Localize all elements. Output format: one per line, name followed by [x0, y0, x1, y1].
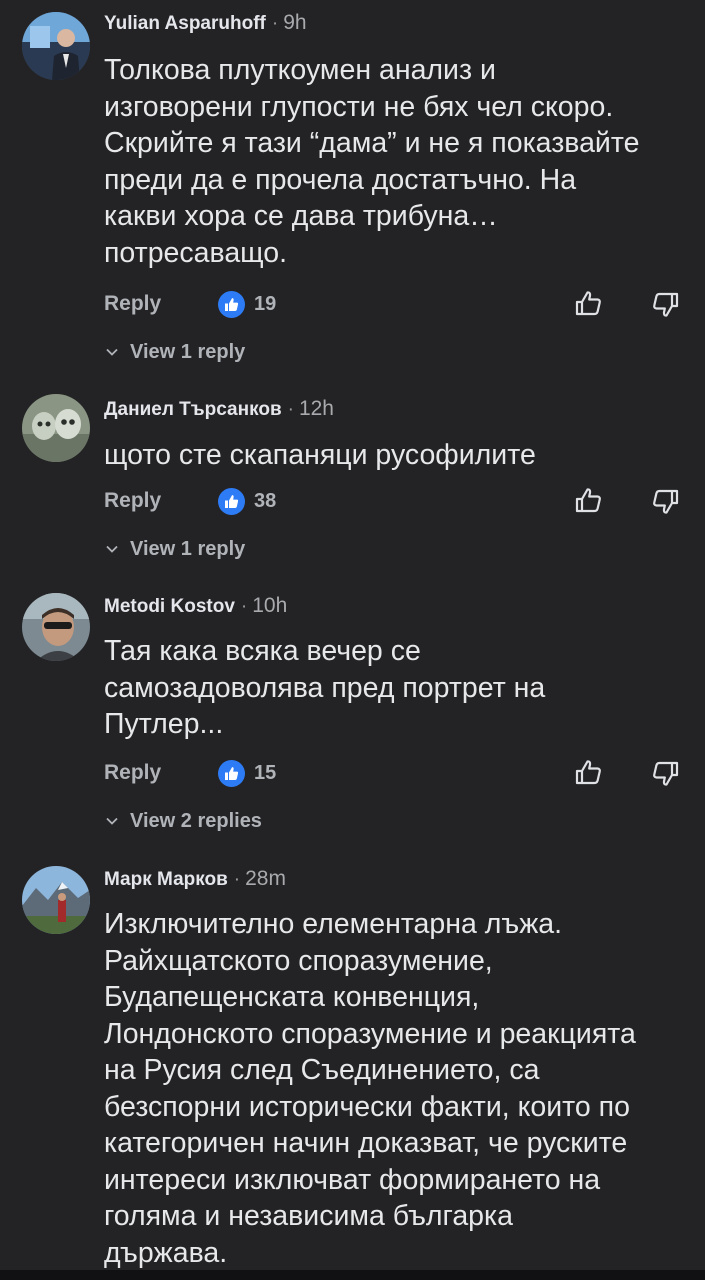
like-count: 19	[254, 293, 277, 315]
view-replies-label: View 2 replies	[130, 810, 262, 832]
comment-time: 12h	[298, 397, 334, 420]
author-name[interactable]: Марк Марков	[104, 869, 228, 890]
separator-dot: ·	[240, 596, 248, 617]
bottom-bar	[0, 1270, 705, 1280]
reply-button[interactable]: Reply	[104, 756, 161, 790]
chevron-down-icon	[106, 546, 118, 554]
comment-text: Толкова плуткоумен анализ и изговорени г…	[104, 54, 640, 269]
separator-dot: ·	[287, 399, 294, 420]
thumbs-up-badge-icon	[218, 760, 245, 787]
avatar[interactable]	[22, 394, 90, 462]
chevron-down-icon	[106, 818, 118, 826]
separator-dot: ·	[233, 869, 241, 890]
comment-text: Тая кака всяка вечер се самозадоволява п…	[104, 635, 546, 740]
thumbs-up-outline-icon[interactable]	[572, 484, 606, 518]
author-name[interactable]: Даниел Търсанков	[104, 399, 282, 420]
chevron-down-icon	[106, 349, 118, 357]
thumbs-up-outline-icon[interactable]	[572, 756, 606, 790]
thumbs-down-outline-icon[interactable]	[648, 484, 682, 518]
comment-actions: Reply 19	[0, 287, 705, 321]
author-line: Марк Марков · 28m	[104, 866, 286, 892]
avatar[interactable]	[22, 593, 90, 661]
thumbs-up-badge-icon	[218, 488, 245, 515]
view-replies-label: View 1 reply	[130, 538, 246, 560]
comment-text: щото сте скапаняци русофилите	[104, 439, 536, 471]
view-replies-link[interactable]: View 1 reply	[104, 534, 245, 564]
comment-time: 28m	[245, 867, 286, 890]
author-line: Даниел Търсанков · 12h	[104, 396, 334, 422]
like-count: 38	[254, 490, 277, 512]
author-name[interactable]: Metodi Kostov	[104, 596, 235, 617]
avatar[interactable]	[22, 12, 90, 80]
view-replies-link[interactable]: View 2 replies	[104, 806, 262, 836]
comment-time: 10h	[252, 594, 288, 617]
avatar[interactable]	[22, 866, 90, 934]
thumbs-down-outline-icon[interactable]	[648, 756, 682, 790]
separator-dot: ·	[271, 13, 279, 34]
thumbs-up-outline-icon[interactable]	[572, 287, 606, 321]
reply-button[interactable]: Reply	[104, 287, 161, 321]
view-replies-link[interactable]: View 1 reply	[104, 337, 245, 367]
comment-actions: Reply 38	[0, 484, 705, 518]
reply-button[interactable]: Reply	[104, 484, 161, 518]
view-replies-label: View 1 reply	[130, 341, 246, 363]
thumbs-down-outline-icon[interactable]	[648, 287, 682, 321]
comment-text: Изключително елементарна лъжа. Райхщатск…	[104, 908, 636, 1269]
comment-actions: Reply 15	[0, 756, 705, 790]
thumbs-up-badge-icon	[218, 291, 245, 318]
like-count: 15	[254, 762, 277, 784]
author-line: Yulian Asparuhoff · 9h	[104, 10, 307, 36]
comment-time: 9h	[283, 11, 307, 34]
author-line: Metodi Kostov · 10h	[104, 593, 287, 619]
author-name[interactable]: Yulian Asparuhoff	[104, 13, 266, 34]
